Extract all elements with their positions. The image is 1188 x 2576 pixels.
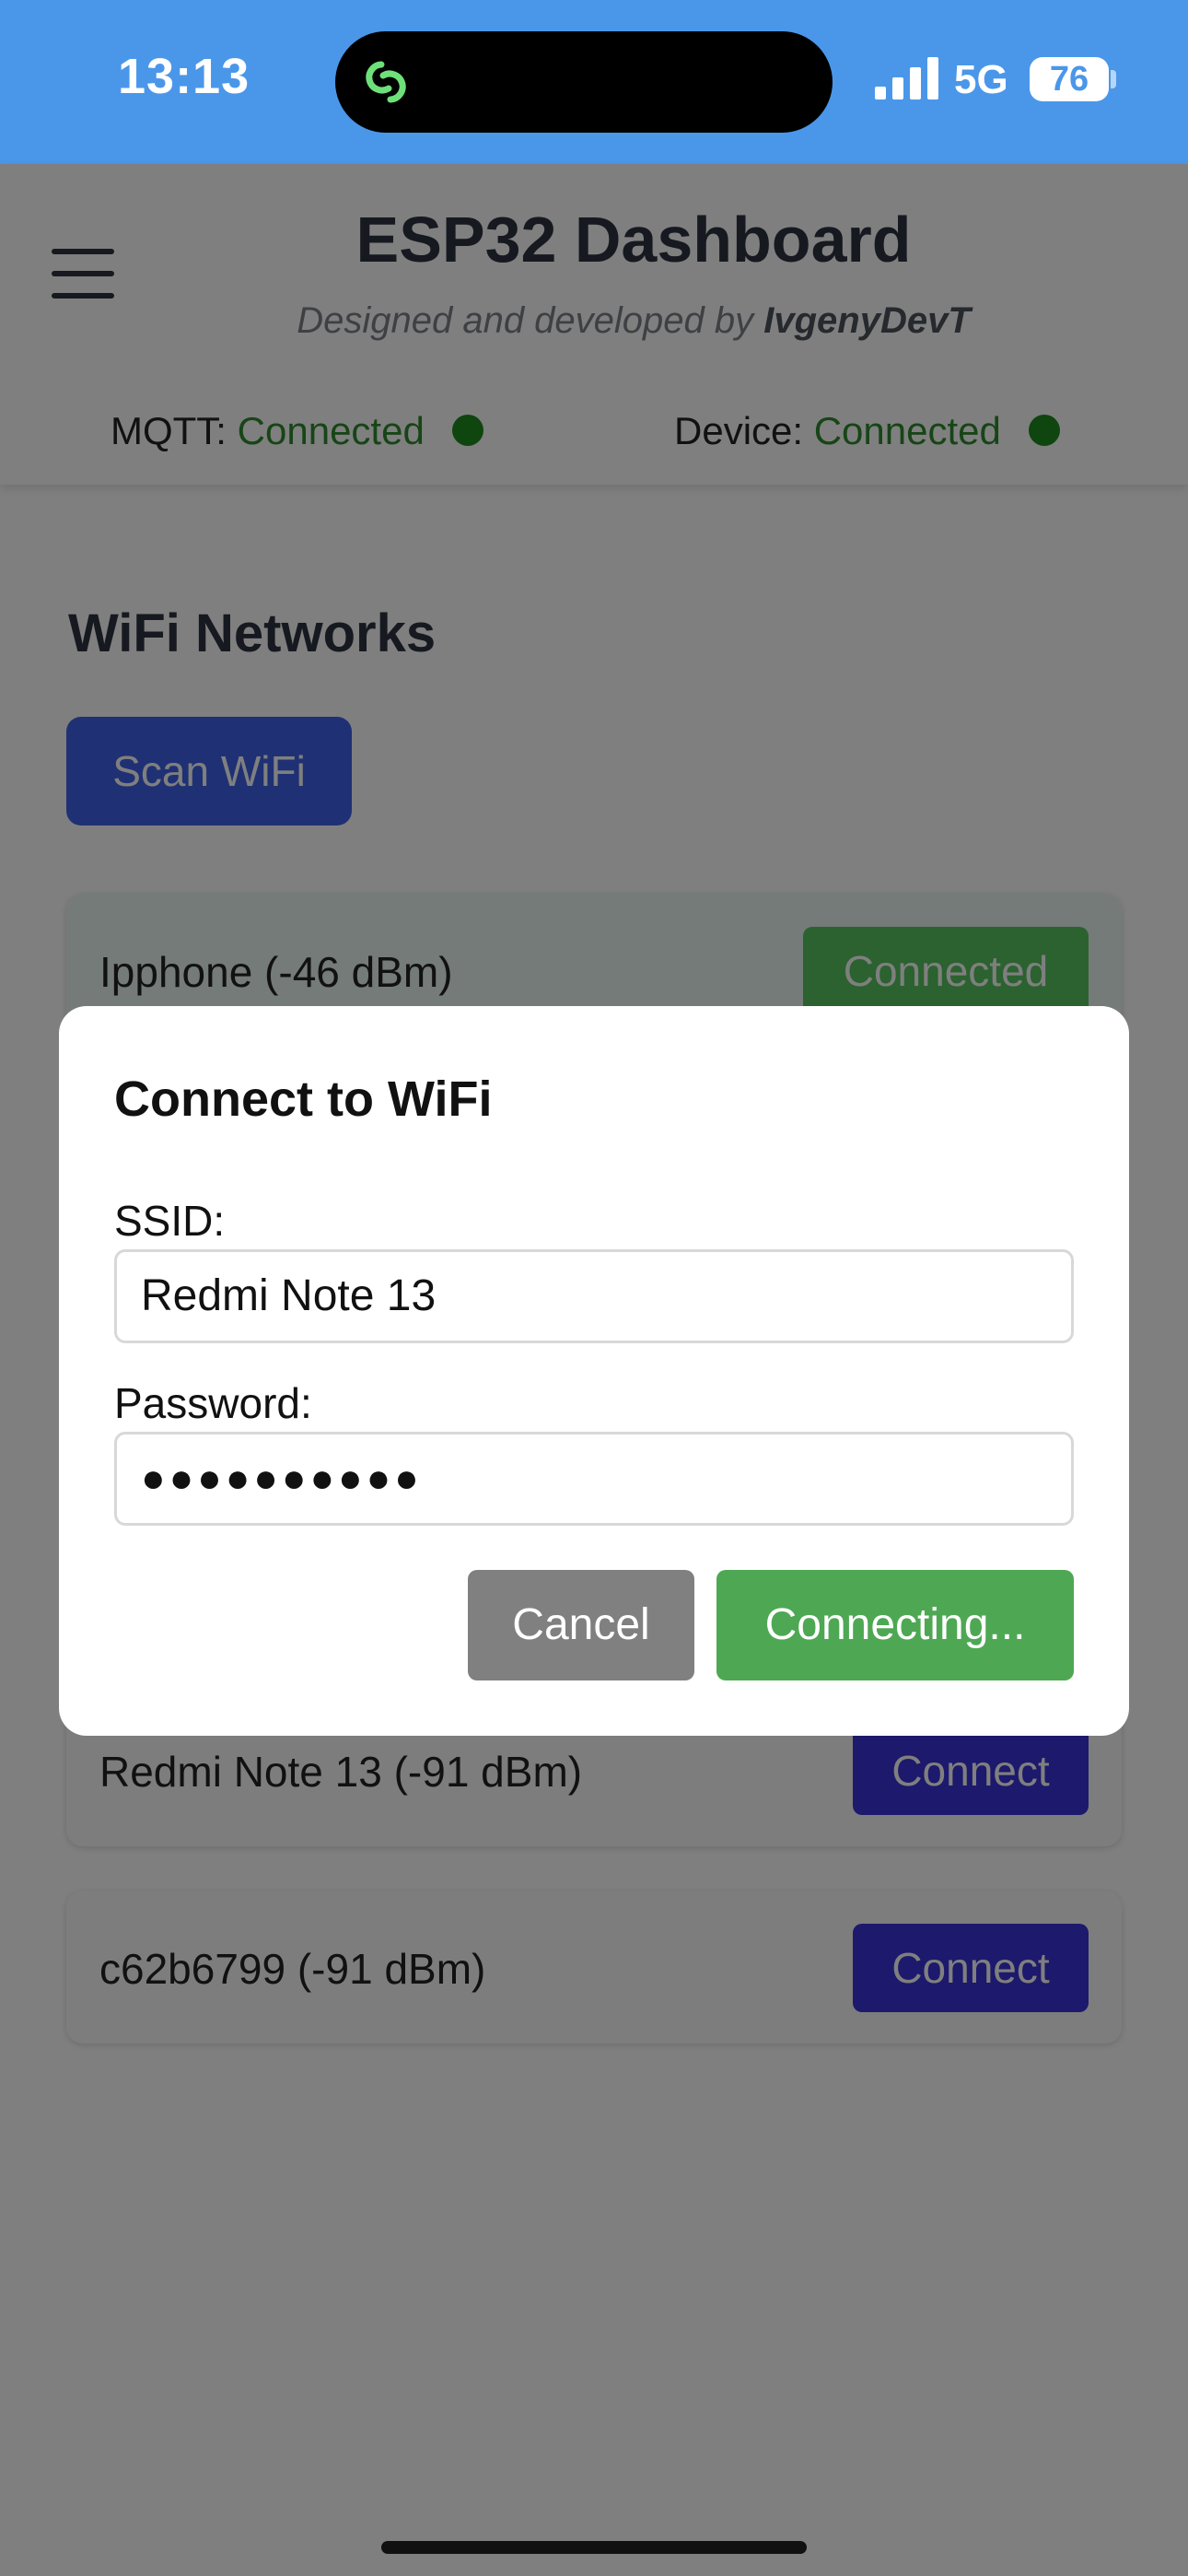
status-time: 13:13 xyxy=(118,49,250,104)
status-bar: 13:13 5G 76 xyxy=(0,0,1188,164)
connect-wifi-modal: Connect to WiFi SSID: Redmi Note 13 Pass… xyxy=(59,1006,1129,1736)
connecting-button[interactable]: Connecting... xyxy=(716,1570,1074,1680)
password-input[interactable]: ●●●●●●●●●● xyxy=(114,1432,1074,1526)
modal-title: Connect to WiFi xyxy=(114,1071,493,1127)
ssid-label: SSID: xyxy=(114,1197,226,1245)
ssid-input[interactable]: Redmi Note 13 xyxy=(114,1249,1074,1343)
cancel-button[interactable]: Cancel xyxy=(468,1570,694,1680)
cellular-signal-icon xyxy=(875,57,938,100)
battery-icon: 76 xyxy=(1030,57,1109,101)
network-type: 5G xyxy=(954,57,1008,102)
password-label: Password: xyxy=(114,1379,312,1427)
link-app-icon xyxy=(366,61,406,103)
battery-nub xyxy=(1111,70,1116,88)
home-indicator[interactable] xyxy=(381,2541,807,2554)
dynamic-island xyxy=(335,31,833,133)
